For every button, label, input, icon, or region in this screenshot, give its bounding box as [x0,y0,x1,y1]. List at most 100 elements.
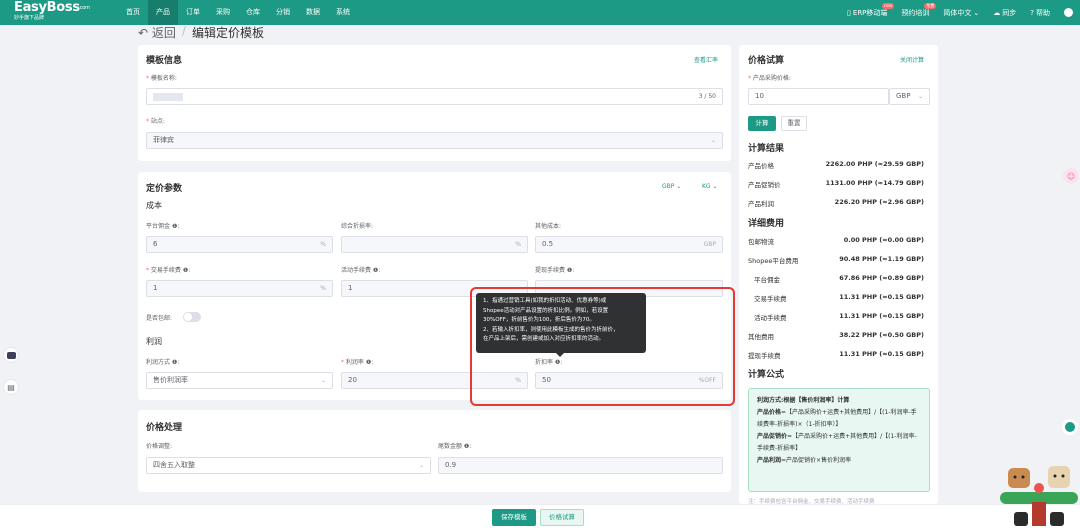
price-adjust-select[interactable]: 四舍五入取整 ⌄ [146,457,431,474]
result-row: 产品利润 226.20 PHP (≈2.96 GBP) [748,198,928,208]
menu-item[interactable]: 订单 [178,0,208,25]
withdraw-fee-label: 提现手续费 ❶: [535,267,575,274]
activity-fee-label: 活动手续费 ❶: [341,267,381,274]
menu-item[interactable]: 采购 [208,0,238,25]
language-select[interactable]: 简体中文 ⌄ [936,8,986,18]
detail-row: 活动手续费 11.31 PHP (≈0.15 GBP) [748,312,928,322]
back-label: 返回 [151,26,176,40]
formula-price: 产品价格=【产品采购价+运费+其他费用】/【(1-利润率-手续费率-折损率)×（… [757,409,917,428]
detail-value: 11.31 PHP (≈0.15 GBP) [839,293,924,301]
template-name-label: * 模板名称: [146,75,177,82]
help-button[interactable]: ? 帮助 [1023,8,1057,18]
menu-item[interactable]: 产品 [148,0,178,25]
discount-loss-input[interactable]: % [341,236,528,253]
template-info-title: 模板信息 [146,56,183,66]
tail-amount-input[interactable]: 0.9 [438,457,723,474]
currency-select[interactable]: GBP ⌄ [662,183,681,190]
detail-label: 活动手续费 [754,314,787,322]
purchase-price-label: * 产品采购价格: [748,75,791,82]
top-nav: EasyBosscom 妙手旗下品牌 首页 产品 订单 采购 仓库 分销 数据 系统 ▯ ERP… [0,0,1080,25]
chevron-down-icon: ⌄ [973,8,980,17]
site-select[interactable]: 菲律宾 ⌄ [146,132,723,149]
price-processing-title: 价格处理 [146,423,183,433]
logo[interactable]: EasyBosscom 妙手旗下品牌 [14,1,94,22]
result-label: 产品利润 [748,200,774,208]
logo-slogan: 妙手旗下品牌 [14,15,45,21]
menu-item[interactable]: 仓库 [238,0,268,25]
sync-button[interactable]: ☁ 同步 [986,8,1023,18]
other-cost-input[interactable]: 0.5 GBP [535,236,723,253]
price-trial-button[interactable]: 价格试算 [540,509,584,526]
profit-method-select[interactable]: 售价利润率 ⌄ [146,372,333,389]
back-link[interactable]: ↶ 返回 [138,24,176,41]
cloud-icon: ☁ [993,8,1001,17]
fee-note: 注：手续费包含平台佣金、交易手续费、活动手续费 [748,499,875,504]
template-name-input[interactable]: 3 / 50 [146,88,723,105]
user-menu[interactable] [1057,8,1080,17]
price-trial-title: 价格试算 [748,56,785,66]
phone-icon: ▯ [847,8,851,17]
discount-loss-label: 综合折损率: [341,223,374,230]
erp-badge: new [882,2,895,9]
tail-amount-label: 尾数金额 ❶: [438,443,472,450]
purchase-currency-select[interactable]: GBP ⌄ [889,88,930,105]
detail-row: 提现手续费 11.31 PHP (≈0.15 GBP) [748,350,928,360]
detail-value: 0.00 PHP (≈0.00 GBP) [843,236,924,244]
chevron-down-icon: ⌄ [320,377,326,384]
mascot-illustration [1000,466,1078,526]
trade-fee-input[interactable]: 1% [146,280,333,297]
reset-button[interactable]: 重置 [781,116,807,131]
menu-item[interactable]: 系统 [328,0,358,25]
result-label: 产品价格 [748,162,774,170]
trade-fee-label: * 交易手续费 ❶: [146,267,191,274]
platform-fee-input[interactable]: 6% [146,236,333,253]
masked-value [153,93,183,101]
free-shipping-toggle[interactable] [183,312,201,322]
detail-label: 交易手续费 [754,295,787,303]
pricing-params-title: 定价参数 [146,184,183,194]
nav-right: ▯ ERP移动端 new 预约培训 免费 简体中文 ⌄ ☁ 同步 ? 帮助 [840,0,1080,25]
view-rate-link[interactable]: 查看汇率 [694,55,718,64]
appointment-link[interactable]: 预约培训 免费 [894,2,937,18]
sync-label: 同步 [1002,8,1017,17]
highlight-box [470,287,735,406]
menu-item[interactable]: 首页 [118,0,148,25]
erp-mobile-link[interactable]: ▯ ERP移动端 new [840,2,895,18]
avatar[interactable] [1062,419,1078,435]
user-icon [1064,8,1073,17]
detail-label: 提现手续费 [748,352,781,360]
breadcrumb: ↶ 返回 / 编辑定价模板 [138,24,264,41]
detail-value: 38.22 PHP (≈0.50 GBP) [839,331,924,339]
close-trial-link[interactable]: 关闭计算 [900,55,924,64]
purchase-price-input[interactable]: 10 [748,88,889,105]
detail-label: 包邮物流 [748,238,774,246]
price-adjust-label: 价格调整: [146,443,173,450]
detail-row: 交易手续费 11.31 PHP (≈0.15 GBP) [748,293,928,303]
main-menu: 首页 产品 订单 采购 仓库 分销 数据 系统 [118,0,358,25]
help-icon: ? [1030,8,1034,17]
menu-item[interactable]: 数据 [298,0,328,25]
appointment-badge: 免费 [924,2,937,9]
result-row: 产品价格 2262.00 PHP (≈29.59 GBP) [748,160,928,170]
site-value: 菲律宾 [153,136,174,144]
result-row: 产品促销价 1131.00 PHP (≈14.79 GBP) [748,179,928,189]
help-label: 帮助 [1036,8,1050,17]
detail-value: 11.31 PHP (≈0.15 GBP) [839,350,924,358]
detail-row: 平台佣金 67.86 PHP (≈0.89 GBP) [748,274,928,284]
save-template-button[interactable]: 保存模板 [492,509,536,526]
robot-icon[interactable] [3,347,19,363]
price-processing-card [138,410,731,492]
assistant-icon[interactable]: ☺ [1063,168,1079,184]
calculate-button[interactable]: 计算 [748,116,776,131]
detail-row: Shopee平台费用 90.48 PHP (≈1.19 GBP) [748,255,928,265]
formula-method: 利润方式:根据【售价利润率】计算 [757,397,850,404]
page-title: 编辑定价模板 [191,26,264,40]
menu-item[interactable]: 分销 [268,0,298,25]
weight-unit-select[interactable]: KG ⌄ [702,183,718,190]
profit-rate-label: * 利润率 ❶: [341,359,374,366]
detail-value: 67.86 PHP (≈0.89 GBP) [839,274,924,282]
result-title: 计算结果 [748,144,785,154]
detail-value: 11.31 PHP (≈0.15 GBP) [839,312,924,320]
result-value: 1131.00 PHP (≈14.79 GBP) [825,179,924,187]
document-icon[interactable]: ▤ [3,379,19,395]
